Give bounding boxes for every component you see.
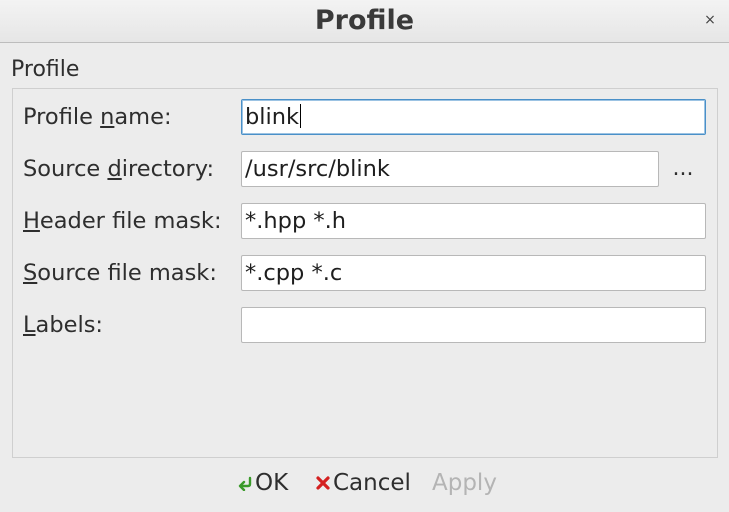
- header-file-mask-label: Header file mask:: [23, 208, 222, 234]
- close-button[interactable]: ×: [701, 11, 719, 29]
- source-file-mask-input[interactable]: *.cpp *.c: [241, 255, 706, 291]
- source-directory-label: Source directory:: [23, 156, 215, 182]
- cancel-button[interactable]: Cancel: [315, 466, 411, 500]
- group-label: Profile: [11, 57, 80, 82]
- title-bar: Profile ×: [0, 0, 729, 43]
- text-caret: [300, 104, 302, 128]
- profile-name-label: Profile name:: [23, 104, 172, 130]
- labels-label: Labels:: [23, 312, 104, 338]
- labels-input[interactable]: [241, 307, 706, 343]
- dialog-button-bar: OK Cancel Apply: [0, 466, 729, 500]
- header-file-mask-input[interactable]: *.hpp *.h: [241, 203, 706, 239]
- close-icon: ×: [704, 12, 716, 28]
- apply-button[interactable]: Apply: [432, 466, 497, 500]
- profile-name-input[interactable]: blink: [241, 99, 706, 135]
- ok-button[interactable]: OK: [237, 466, 288, 500]
- red-x-icon: [316, 476, 330, 490]
- window-title: Profile: [314, 5, 415, 36]
- source-directory-input[interactable]: /usr/src/blink: [241, 151, 659, 187]
- source-file-mask-label: Source file mask:: [23, 260, 217, 286]
- browse-directory-button[interactable]: ...: [665, 152, 701, 186]
- green-check-arrow-icon: [238, 476, 252, 491]
